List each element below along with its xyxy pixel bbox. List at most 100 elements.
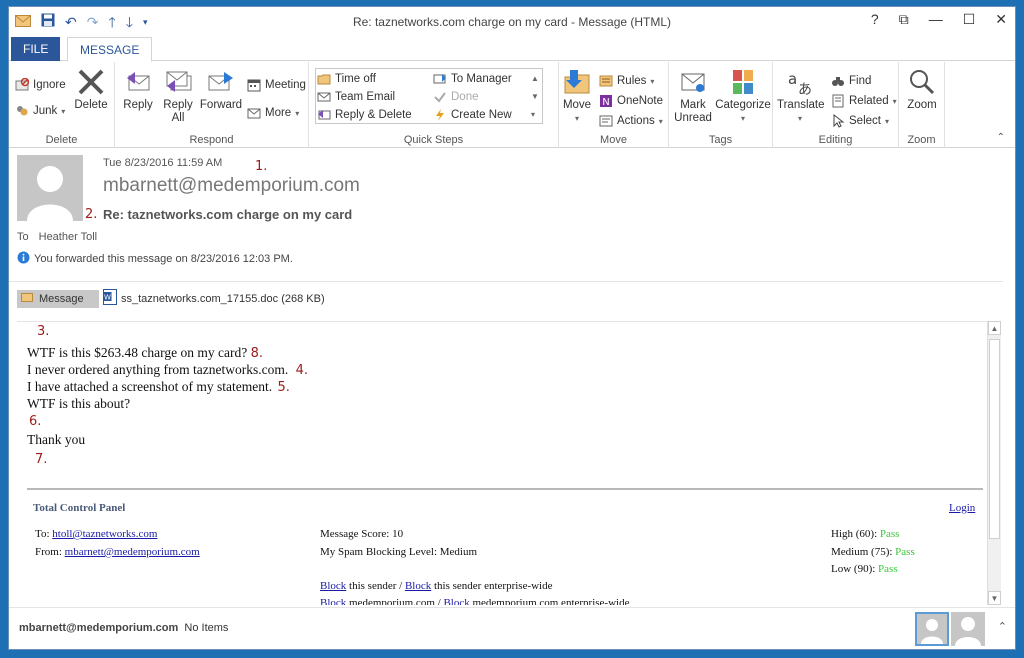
ribbon-display-button[interactable]: ⧉	[899, 11, 909, 28]
close-button[interactable]: ✕	[995, 11, 1007, 28]
body-line-1: WTF is this $263.48 charge on my card?	[27, 345, 248, 360]
block-domain-enterprise-link[interactable]: Block	[443, 597, 469, 605]
editing-group: aあ Translate ▾ Find Related ▾ Select ▾ Edit…	[773, 62, 899, 148]
reply-all-icon	[163, 68, 193, 96]
attachment-message-tab[interactable]: Message	[17, 289, 99, 308]
more-respond-button[interactable]: More ▾	[247, 106, 299, 120]
reply-delete-icon	[317, 108, 331, 122]
select-button[interactable]: Select ▾	[831, 113, 889, 128]
message-header: Tue 8/23/2016 11:59 AM 1. mbarnett@medem…	[9, 149, 1015, 308]
attachment-bar: Message W ss_taznetworks.com_17155.doc (…	[17, 289, 325, 308]
people-avatar-selected[interactable]	[915, 612, 949, 646]
scroll-up-icon[interactable]: ▲	[988, 321, 1001, 335]
meeting-button[interactable]: Meeting	[247, 78, 306, 92]
move-button[interactable]: Move ▾	[561, 68, 593, 125]
tcp-block-domain: Block medemporium.com / Block medemporiu…	[320, 597, 629, 605]
scroll-down-icon[interactable]: ▼	[988, 591, 1001, 605]
help-button[interactable]: ?	[871, 11, 879, 28]
annotation-3: 3.	[37, 324, 50, 339]
annotation-4: 4.	[295, 363, 309, 378]
quickstep-reply-delete[interactable]: Reply & Delete	[317, 108, 412, 122]
onenote-icon: N	[599, 94, 613, 108]
ignore-button[interactable]: Ignore	[15, 77, 66, 92]
attachment-file[interactable]: W ss_taznetworks.com_17155.doc (268 KB)	[103, 289, 325, 308]
onenote-button[interactable]: N OneNote	[599, 94, 663, 108]
sender-address[interactable]: mbarnett@medemporium.com	[103, 175, 360, 197]
move-folder-icon	[562, 68, 592, 96]
reply-button[interactable]: Reply	[119, 68, 157, 112]
quickstep-to-manager[interactable]: To Manager	[433, 72, 512, 86]
block-sender-link[interactable]: Block	[320, 580, 346, 592]
window-title: Re: taznetworks.com charge on my card - …	[352, 15, 672, 29]
tcp-block-sender: Block this sender / Block this sender en…	[320, 580, 553, 592]
forward-icon	[206, 68, 236, 96]
collapse-ribbon-icon[interactable]: ⌃	[997, 132, 1005, 143]
tcp-from-link[interactable]: mbarnett@medemporium.com	[65, 546, 200, 558]
ignore-icon	[15, 77, 30, 92]
word-doc-icon: W	[103, 289, 117, 308]
delete-group: Ignore Junk ▾ Delete Delete	[9, 62, 115, 148]
checkmark-icon	[433, 90, 447, 104]
delete-button[interactable]: Delete	[71, 68, 111, 112]
tcp-level: My Spam Blocking Level: Medium	[320, 546, 478, 558]
maximize-button[interactable]: ☐	[963, 11, 976, 28]
body-scrollbar[interactable]: ▲ ▼	[987, 321, 1001, 605]
quickstep-create-new[interactable]: Create New	[433, 108, 512, 122]
window-controls: ? ⧉ — ☐ ✕	[871, 11, 1007, 28]
quickstep-scroll[interactable]: ▲ ▼ ▾	[531, 70, 539, 124]
zoom-button[interactable]: Zoom	[903, 68, 941, 112]
people-avatar[interactable]	[951, 612, 985, 646]
rules-button[interactable]: Rules ▾	[599, 74, 654, 88]
annotation-6: 6.	[29, 414, 42, 429]
block-sender-enterprise-link[interactable]: Block	[405, 580, 431, 592]
scroll-thumb[interactable]	[989, 339, 1000, 539]
tcp-login-link[interactable]: Login	[949, 502, 975, 514]
minimize-button[interactable]: —	[929, 11, 943, 28]
related-icon	[831, 94, 845, 108]
junk-button[interactable]: Junk ▾	[15, 104, 65, 118]
recipient-name[interactable]: Heather Toll	[39, 231, 98, 243]
tab-message[interactable]: MESSAGE	[67, 37, 153, 62]
magnifier-icon	[907, 68, 937, 96]
envelope-small-icon	[21, 292, 33, 305]
reply-all-button[interactable]: Reply All	[159, 68, 197, 125]
forward-button[interactable]: Forward	[199, 68, 243, 112]
annotation-7: 7.	[35, 452, 48, 467]
sender-avatar	[17, 155, 83, 221]
quickstep-team-email[interactable]: Team Email	[317, 90, 395, 104]
annotation-5: 5.	[277, 380, 290, 395]
annotation-1: 1.	[255, 159, 268, 174]
zoom-group: Zoom Zoom	[899, 62, 945, 148]
rules-icon	[599, 74, 613, 88]
junk-icon	[15, 104, 29, 118]
more-icon	[247, 106, 261, 120]
categorize-button[interactable]: Categorize ▾	[715, 68, 771, 125]
mark-unread-icon	[678, 68, 708, 96]
info-icon	[17, 251, 30, 267]
translate-icon: aあ	[785, 68, 815, 98]
message-subject: Re: taznetworks.com charge on my card	[103, 207, 353, 222]
respond-group: Reply Reply All Forward Meeting More ▾ Re…	[115, 62, 309, 148]
related-button[interactable]: Related ▾	[831, 94, 897, 108]
find-button[interactable]: Find	[831, 74, 871, 88]
mark-unread-button[interactable]: Mark Unread	[673, 68, 713, 125]
tcp-score: Message Score: 10	[320, 528, 404, 540]
forward-notice: You forwarded this message on 8/23/2016 …	[17, 251, 293, 267]
ribbon: Ignore Junk ▾ Delete Delete Reply Reply A…	[9, 62, 1015, 148]
tcp-to: To: htoll@taznetworks.com	[35, 528, 158, 540]
expand-people-pane-icon[interactable]: ⌃	[998, 620, 1007, 633]
block-domain-link[interactable]: Block	[320, 597, 346, 605]
quickstep-time-off[interactable]: Time off	[317, 72, 376, 86]
actions-button[interactable]: Actions ▾	[599, 114, 663, 128]
translate-button[interactable]: aあ Translate ▾	[777, 68, 825, 125]
person-icon	[921, 619, 943, 644]
person-icon	[27, 166, 73, 221]
quickstep-done[interactable]: Done	[433, 90, 479, 104]
tcp-to-link[interactable]: htoll@taznetworks.com	[52, 528, 157, 540]
svg-text:W: W	[104, 294, 111, 302]
tab-file[interactable]: FILE	[11, 37, 61, 61]
svg-text:a: a	[788, 70, 797, 88]
delete-x-icon	[76, 68, 106, 96]
categorize-icon	[728, 68, 758, 96]
recipients: To Heather Toll	[17, 231, 98, 243]
